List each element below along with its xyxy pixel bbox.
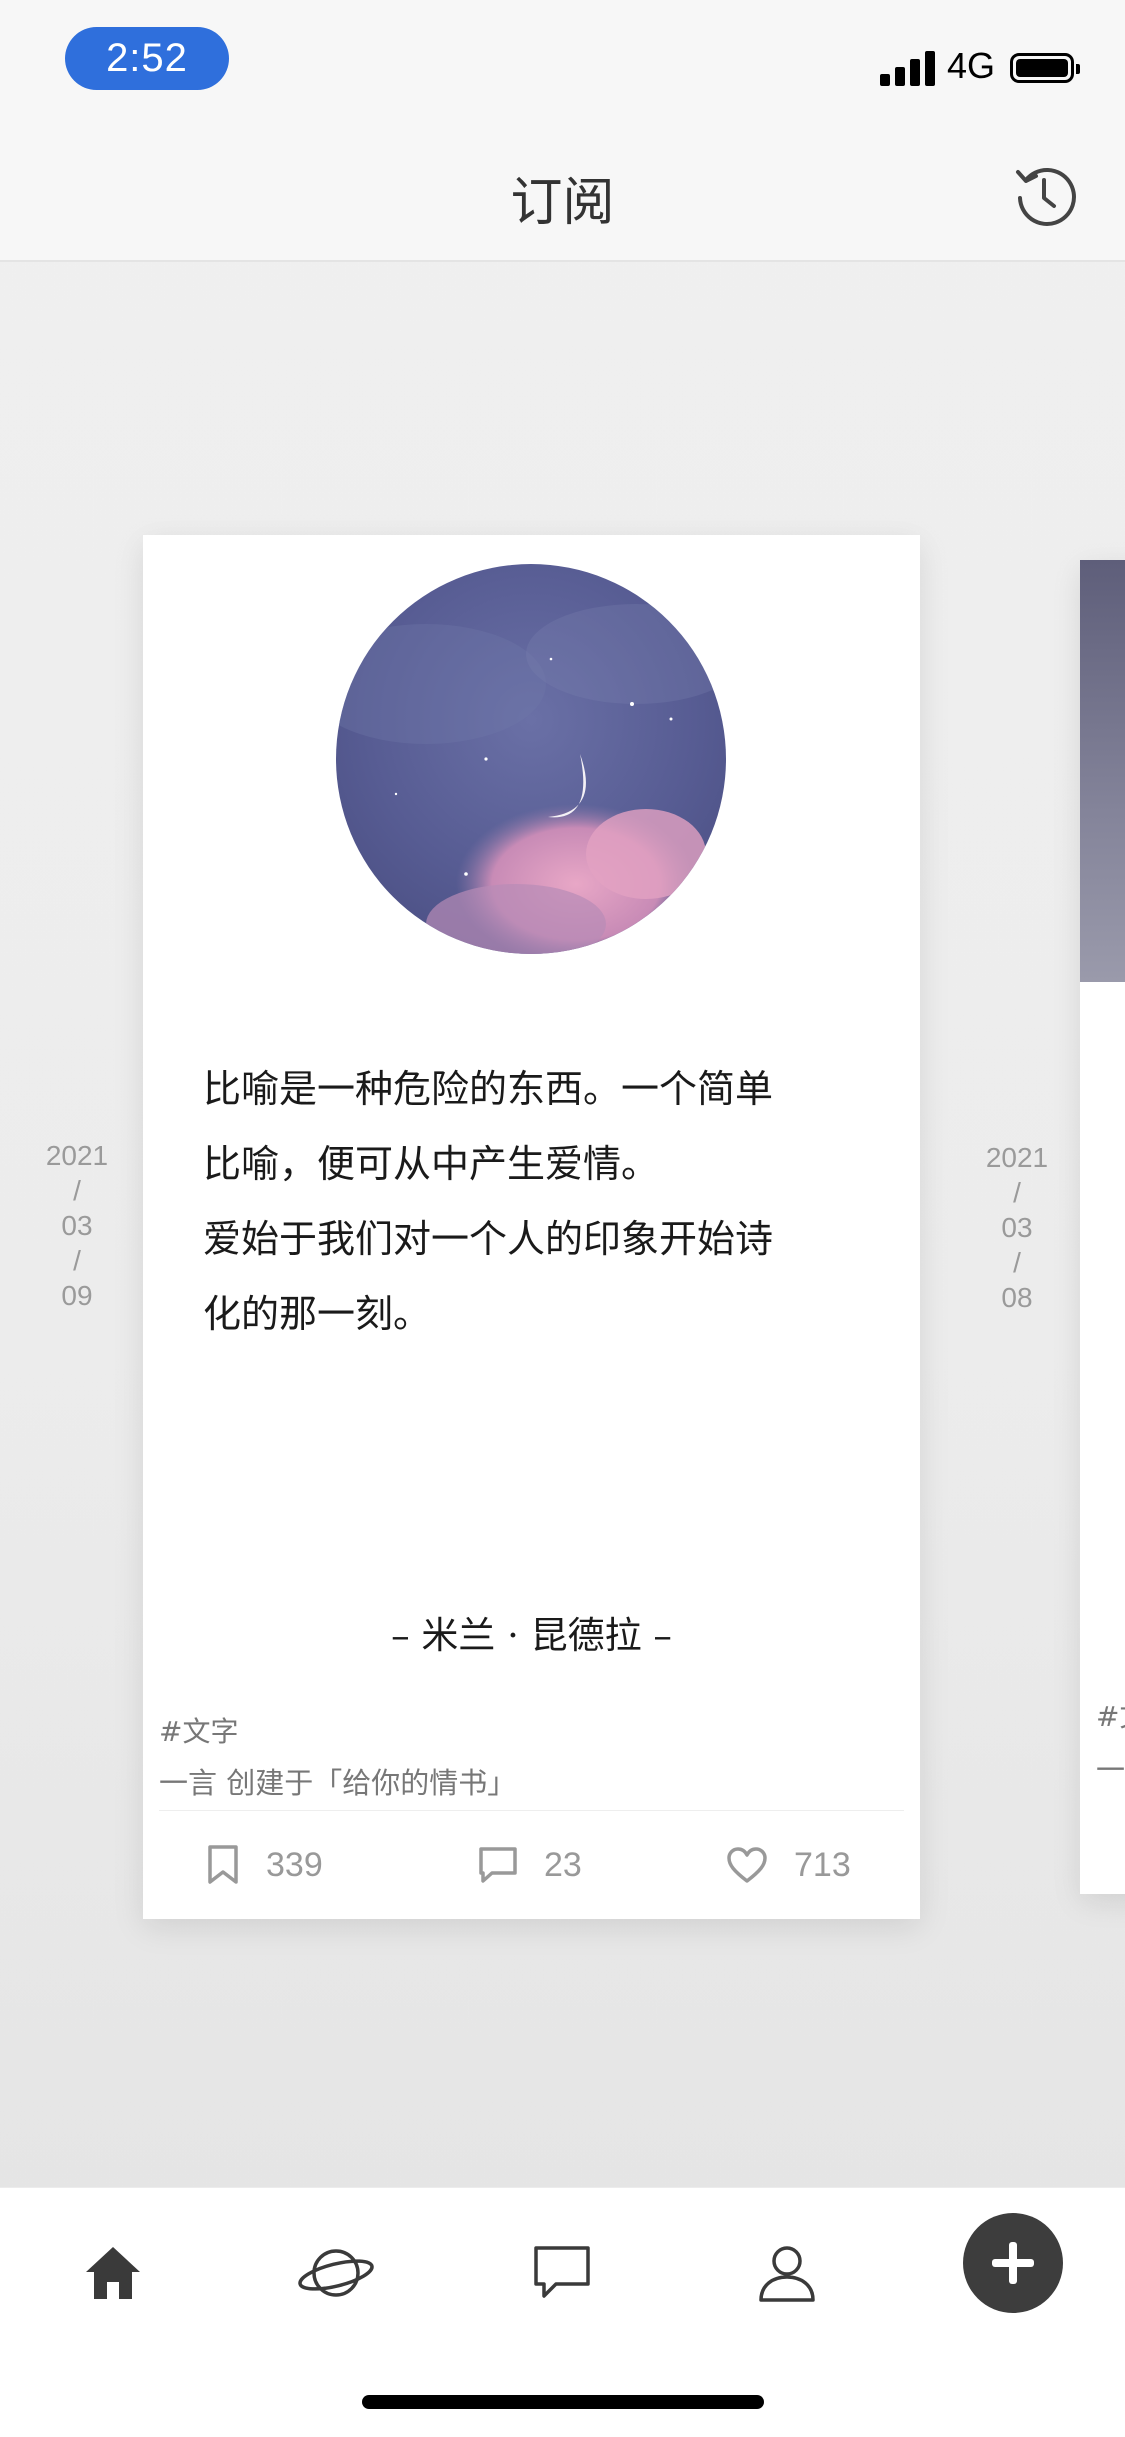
quote-card[interactable]: 比喻是一种危险的东西。一个简单 比喻，便可从中产生爱情。 爱始于我们对一个人的印… bbox=[143, 535, 920, 1919]
topic-tag[interactable]: #文字 bbox=[159, 1710, 238, 1750]
comment-button[interactable]: 23 bbox=[478, 1835, 582, 1895]
chat-bubble-icon bbox=[534, 2246, 590, 2298]
status-bar: 2:52 4G bbox=[0, 0, 1125, 130]
planet-icon bbox=[298, 2249, 374, 2297]
heart-icon bbox=[727, 1847, 767, 1883]
bookmark-icon bbox=[208, 1845, 238, 1884]
page-title: 订阅 bbox=[510, 173, 615, 233]
next-card-tag: #文 bbox=[1096, 1700, 1125, 1733]
like-count: 713 bbox=[794, 1845, 851, 1884]
crescent-moon-night-sky-image bbox=[336, 564, 726, 954]
next-card-date: 2021 / 03 / 08 bbox=[985, 1142, 1049, 1313]
next-card-source: 一 bbox=[1096, 1753, 1125, 1787]
quote-line: 比喻是一种危险的东西。一个简单 bbox=[203, 1067, 774, 1111]
network-type: 4G bbox=[947, 45, 996, 86]
next-card-image bbox=[1080, 560, 1125, 982]
tab-profile[interactable] bbox=[742, 2228, 832, 2318]
bookmark-button[interactable]: 339 bbox=[206, 1835, 323, 1895]
bookmark-count: 339 bbox=[266, 1845, 323, 1884]
quote-line: 比喻，便可从中产生爱情。 bbox=[203, 1142, 660, 1186]
cellular-signal-icon bbox=[880, 50, 936, 86]
next-quote-card[interactable]: #文 一 bbox=[1080, 560, 1125, 1894]
comment-icon bbox=[479, 1847, 517, 1883]
quote-text: 比喻是一种危险的东西。一个简单 比喻，便可从中产生爱情。 爱始于我们对一个人的印… bbox=[203, 1052, 863, 1352]
home-indicator bbox=[362, 2395, 764, 2409]
quote-line: 爱始于我们对一个人的印象开始诗 bbox=[203, 1217, 774, 1261]
comment-count: 23 bbox=[544, 1845, 582, 1884]
like-button[interactable]: 713 bbox=[726, 1835, 851, 1895]
divider bbox=[159, 1810, 904, 1811]
history-clock-icon bbox=[1016, 168, 1076, 226]
tab-home[interactable] bbox=[68, 2228, 158, 2318]
source-line[interactable]: 一言 创建于「给你的情书」 bbox=[159, 1760, 516, 1802]
tab-discover[interactable] bbox=[291, 2228, 381, 2318]
quote-author: – 米兰 · 昆德拉 – bbox=[391, 1614, 672, 1657]
tab-messages[interactable] bbox=[517, 2228, 607, 2318]
user-icon bbox=[759, 2246, 815, 2302]
navigation-bar: 订阅 bbox=[0, 130, 1125, 262]
home-icon bbox=[86, 2247, 140, 2299]
history-button[interactable] bbox=[1012, 164, 1076, 228]
status-time: 2:52 bbox=[65, 27, 229, 90]
previous-card-date: 2021 / 03 / 09 bbox=[45, 1140, 109, 1311]
battery-icon bbox=[1010, 53, 1080, 83]
create-post-button[interactable] bbox=[963, 2213, 1063, 2313]
quote-line: 化的那一刻。 bbox=[203, 1292, 432, 1336]
